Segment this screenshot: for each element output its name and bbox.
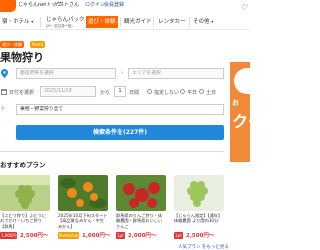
plan-card[interactable]: 【じゃらん限定】【通年】体験農園 より園内30分 1pt 2,500円〜 — [174, 175, 224, 245]
radio-unspecified-label: 指定しない — [154, 90, 180, 96]
area-row: 都道府県を選択 › エリアを選択 — [0, 68, 224, 80]
green-grape-photo — [174, 175, 224, 211]
site-logo[interactable] — [0, 0, 16, 12]
ad-text: クー — [232, 112, 265, 131]
nav-hotel[interactable]: 宿・ホテル ▾ — [0, 16, 35, 28]
guest-label: ゲストさん — [54, 2, 80, 8]
tag-icon: ⚲ — [1, 106, 5, 112]
ad-banner[interactable]: お クー — [230, 62, 264, 162]
nav-package-sub: (JR・航空券+宿) — [46, 24, 73, 28]
radio-unspecified[interactable] — [147, 89, 152, 94]
divider — [0, 151, 224, 152]
date-label: 日付を選択 — [9, 90, 35, 96]
nav-rentacar[interactable]: レンタカー — [156, 16, 188, 28]
location-pin-icon — [1, 69, 8, 78]
card-title: 群馬県のりんご狩り・体験農園・群馬県おいしいりんご — [116, 213, 163, 229]
global-header: じゃらんnetトップ ゲストさん ログイン 会員登録 ♡ 宿・ホテル ▾ じゃら… — [0, 0, 250, 30]
mandarin-photo — [58, 175, 108, 211]
card-price: 2,000円〜 — [128, 233, 157, 239]
nav-guide[interactable]: 観光ガイド — [122, 16, 154, 28]
plan-card[interactable]: 2025年10月下旬スタート【高品質なみかん・中生みかん】 Pontaのみ 1,… — [58, 175, 111, 245]
card-price: 1,000円〜 — [82, 233, 111, 239]
register-link[interactable]: 会員登録 — [104, 1, 124, 8]
search-button[interactable]: 検索条件を(227件) — [16, 125, 224, 140]
login-link[interactable]: ログイン — [85, 1, 105, 8]
plan-card[interactable]: 【ぶどう狩り】ぶどうにおでかけ・いちご狩り【群馬】 1,900円 2,500円〜 — [0, 175, 50, 245]
card-title: 【ぶどう狩り】ぶどうにおでかけ・いちご狩り【群馬】 — [0, 213, 47, 229]
grape-photo — [0, 175, 50, 211]
price-badge: 1pt — [174, 232, 183, 239]
chevron-down-icon: ▾ — [31, 19, 34, 24]
card-price: 2,500円〜 — [186, 233, 215, 239]
price-badge: 1,900円 — [0, 232, 18, 239]
nav-other[interactable]: その他 ▾ — [191, 16, 215, 28]
category-select[interactable]: 果物・野菜狩り全て — [16, 104, 224, 115]
duration-unit: 日間 — [129, 90, 140, 96]
apple-photo — [116, 175, 166, 211]
price-badge: Pontaのみ — [58, 232, 80, 239]
nav-activity[interactable]: 遊び・体験 ▾ — [86, 16, 120, 28]
nav-divider — [40, 17, 41, 27]
nav-divider — [120, 17, 121, 27]
nav-divider — [189, 17, 190, 27]
chevron-down-icon: ▾ — [211, 19, 214, 24]
chevron-down-icon: ▾ — [117, 19, 120, 24]
bell-icon[interactable]: ♡ — [241, 3, 248, 12]
radio-weekday-label: 平日 — [187, 90, 198, 96]
card-title: 【じゃらん限定】【通年】体験農園 より園内30分 — [174, 213, 223, 224]
area-select[interactable]: エリアを選択 — [128, 68, 224, 79]
ponta-chip[interactable]: Ponta — [30, 41, 46, 48]
card-price: 2,500円〜 — [20, 233, 49, 239]
main-nav: 宿・ホテル ▾ じゃらんパック 遊び・体験 ▾ 観光ガイド レンタカー その他 … — [0, 16, 240, 28]
card-title: 2025年10月下旬スタート【高品質なみかん・中生みかん】 — [58, 213, 108, 229]
radio-weekday[interactable] — [180, 89, 185, 94]
date-row: 日付を選択 2025/11/19 から 1 日間 指定しない 平日 土日 — [0, 86, 224, 98]
date-input[interactable]: 2025/11/19 — [40, 86, 96, 97]
date-from-label: から — [100, 90, 111, 96]
chevron-right-icon: › — [121, 70, 123, 76]
price-badge: 1pt — [116, 232, 125, 239]
radio-weekend-label: 土日 — [206, 90, 217, 96]
ad-text: お — [232, 99, 239, 107]
calendar-icon — [1, 89, 7, 95]
prefecture-select[interactable]: 都道府県を選択 — [16, 68, 116, 79]
nav-divider — [153, 17, 154, 27]
section-title: おすすめプラン — [0, 161, 46, 169]
radio-weekend[interactable] — [199, 89, 204, 94]
plan-card[interactable]: 群馬県のりんご狩り・体験農園・群馬県おいしいりんご 1pt 2,000円〜 — [116, 175, 166, 245]
more-plans-link[interactable]: 人気プラン をもっと見る — [178, 244, 229, 250]
category-chip[interactable]: 遊び・体験 — [0, 41, 24, 48]
duration-input[interactable]: 1 — [114, 86, 126, 97]
ad-shape — [234, 68, 250, 94]
category-row: ⚲ 果物・野菜狩り全て — [0, 104, 224, 116]
page-title: 果物狩り — [0, 51, 44, 64]
